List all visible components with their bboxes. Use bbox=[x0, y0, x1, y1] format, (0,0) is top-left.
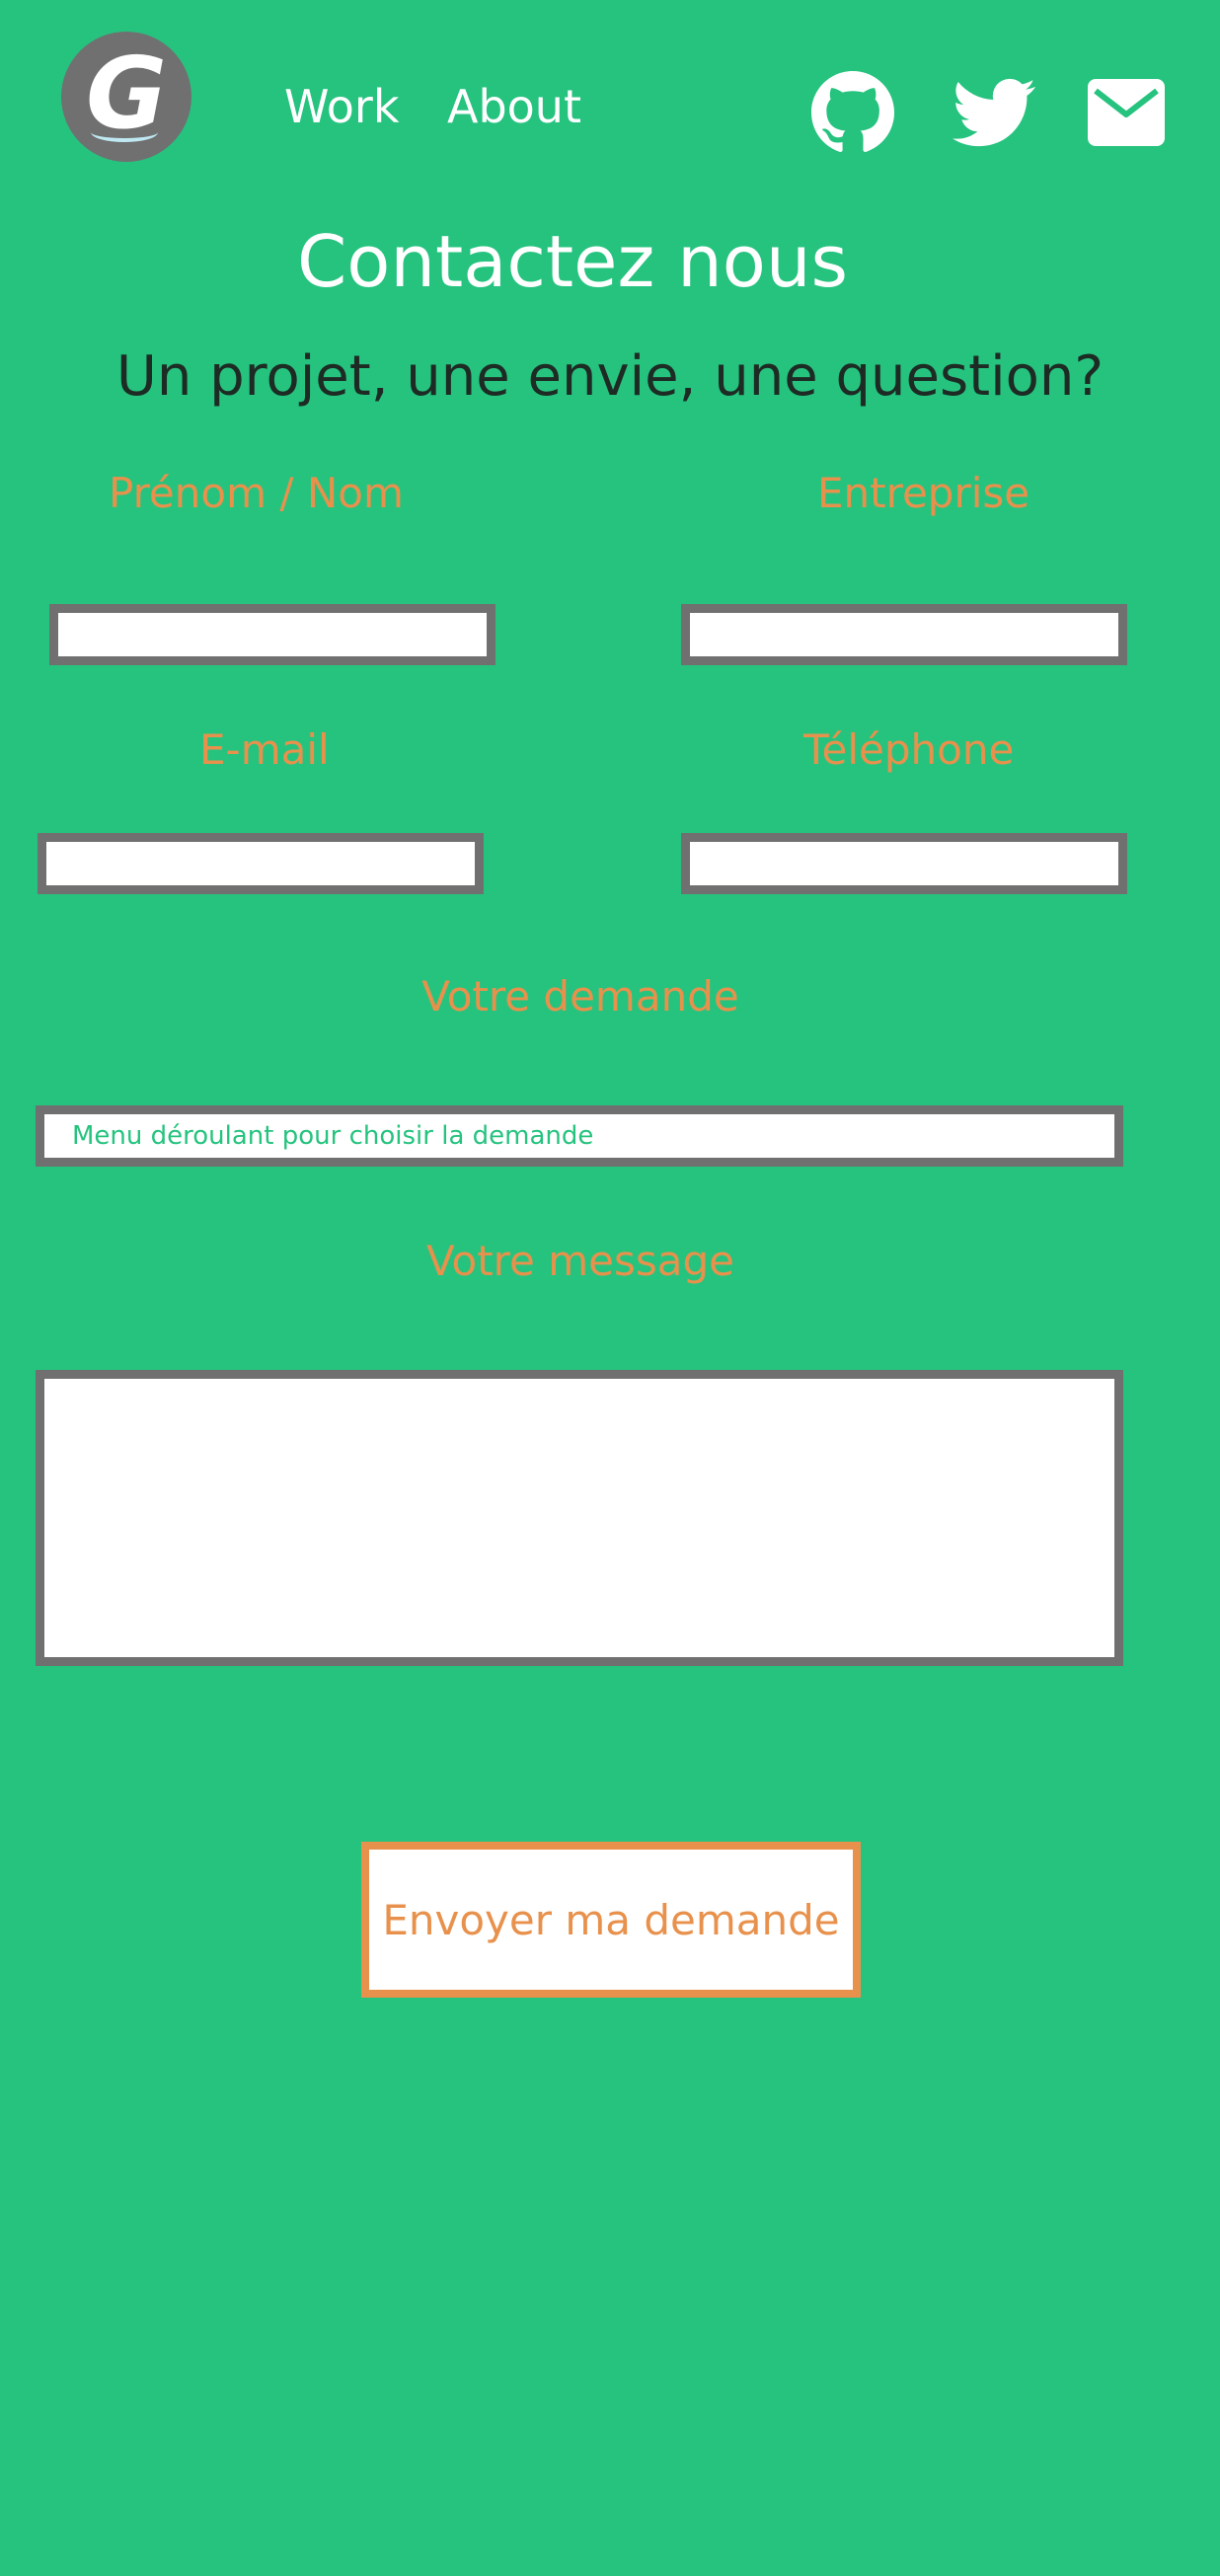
email-input[interactable] bbox=[38, 833, 484, 894]
name-label: Prénom / Nom bbox=[109, 469, 404, 517]
submit-button[interactable]: Envoyer ma demande bbox=[361, 1842, 861, 1998]
message-label: Votre message bbox=[426, 1237, 734, 1285]
request-select-value: Menu déroulant pour choisir la demande bbox=[72, 1121, 594, 1151]
twitter-icon[interactable] bbox=[950, 71, 1038, 154]
page-title: Contactez nous bbox=[297, 220, 848, 303]
nav-link-about[interactable]: About bbox=[447, 77, 581, 136]
phone-input[interactable] bbox=[681, 833, 1127, 894]
company-label: Entreprise bbox=[817, 469, 1030, 517]
name-input[interactable] bbox=[49, 604, 496, 665]
logo[interactable]: G bbox=[61, 32, 191, 162]
github-icon[interactable] bbox=[811, 71, 894, 154]
page-subtitle: Un projet, une envie, une question? bbox=[115, 344, 1105, 409]
email-label: E-mail bbox=[199, 725, 330, 774]
phone-label: Téléphone bbox=[803, 725, 1015, 774]
message-textarea[interactable] bbox=[36, 1370, 1123, 1666]
company-input[interactable] bbox=[681, 604, 1127, 665]
request-select[interactable]: Menu déroulant pour choisir la demande bbox=[36, 1105, 1123, 1167]
request-label: Votre demande bbox=[421, 972, 739, 1021]
logo-swoosh bbox=[91, 122, 158, 142]
nav-link-work[interactable]: Work bbox=[284, 77, 399, 136]
mail-icon[interactable] bbox=[1088, 71, 1165, 154]
